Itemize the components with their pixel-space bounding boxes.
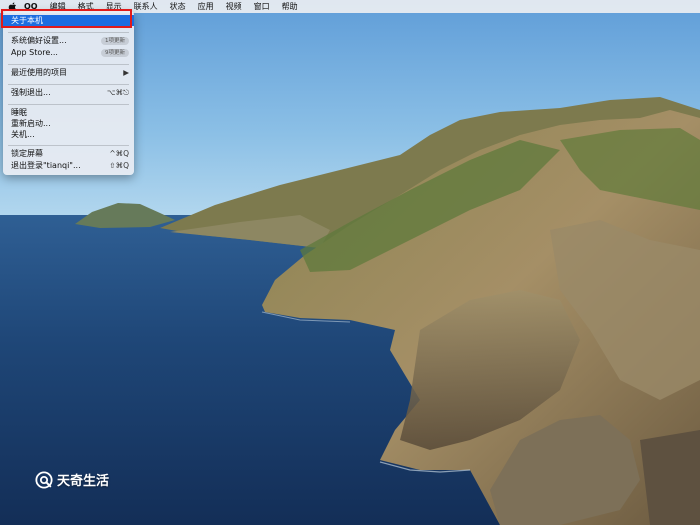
update-badge: 1项更新	[101, 36, 129, 45]
menu-status[interactable]: 状态	[164, 0, 192, 13]
menu-item-label: 强制退出...	[11, 88, 51, 97]
menu-apps[interactable]: 应用	[192, 0, 220, 13]
menu-item-label: 退出登录"tianqi"...	[11, 161, 81, 170]
watermark-logo-icon	[35, 470, 53, 489]
menu-item-label: 系统偏好设置...	[11, 36, 67, 45]
menu-item-shutdown[interactable]: 关机...	[3, 129, 134, 140]
menu-item-system-preferences[interactable]: 系统偏好设置... 1项更新	[3, 35, 134, 46]
watermark-text: 天奇生活	[57, 474, 110, 489]
menu-item-label: 关机...	[11, 130, 35, 139]
highlight-annotation-box	[1, 9, 132, 28]
update-badge: 9项更新	[101, 48, 129, 57]
menu-item-label: 最近使用的项目	[11, 68, 67, 77]
menu-item-recent-items[interactable]: 最近使用的项目 ▶	[3, 67, 134, 78]
menu-item-app-store[interactable]: App Store... 9项更新	[3, 47, 134, 58]
menu-video[interactable]: 视频	[220, 0, 248, 13]
submenu-arrow-icon: ▶	[123, 68, 129, 77]
menu-separator	[8, 64, 129, 65]
menu-item-label: 锁定屏幕	[11, 149, 43, 158]
menu-separator	[8, 32, 129, 33]
menu-separator	[8, 84, 129, 85]
keyboard-shortcut: ⌥⌘⎋	[106, 87, 129, 97]
apple-menu-dropdown: 关于本机 系统偏好设置... 1项更新 App Store... 9项更新 最近…	[3, 11, 134, 175]
menu-item-log-out[interactable]: 退出登录"tianqi"... ⇧⌘Q	[3, 160, 134, 171]
keyboard-shortcut: ⇧⌘Q	[109, 161, 129, 170]
menu-help[interactable]: 帮助	[276, 0, 304, 13]
menu-item-restart[interactable]: 重新启动...	[3, 118, 134, 129]
menu-separator	[8, 145, 129, 146]
menu-contacts[interactable]: 联系人	[128, 0, 164, 13]
watermark: 天奇生活	[35, 470, 109, 489]
menu-item-label: App Store...	[11, 48, 58, 57]
menu-item-label: 重新启动...	[11, 119, 51, 128]
keyboard-shortcut: ^⌘Q	[109, 149, 129, 158]
menu-item-force-quit[interactable]: 强制退出... ⌥⌘⎋	[3, 87, 134, 98]
menu-window[interactable]: 窗口	[248, 0, 276, 13]
menu-item-lock-screen[interactable]: 锁定屏幕 ^⌘Q	[3, 148, 134, 159]
menu-separator	[8, 104, 129, 105]
menu-item-sleep[interactable]: 睡眠	[3, 107, 134, 118]
menu-item-label: 睡眠	[11, 108, 27, 117]
